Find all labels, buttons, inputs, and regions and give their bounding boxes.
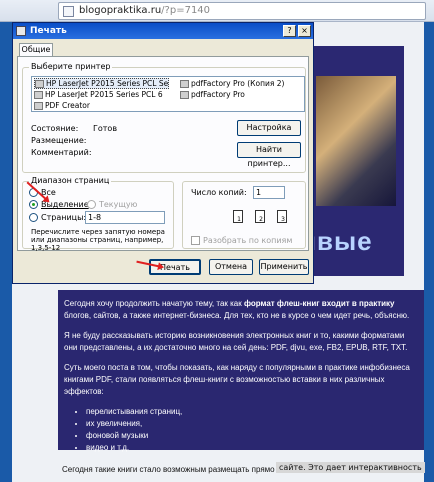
printer-icon: [34, 101, 43, 110]
printer-icon: [180, 90, 189, 99]
settings-button[interactable]: Настройка: [237, 120, 301, 136]
printer-icon: [35, 79, 44, 88]
tab-panel: Выберите принтер HP LaserJet P2015 Serie…: [17, 56, 309, 252]
printer-item[interactable]: HP LaserJet P2015 Series PCL Se: [34, 78, 170, 89]
printer-item[interactable]: PDF Creator: [34, 101, 90, 110]
pages-hint: Перечислите через запятую номера или диа…: [31, 228, 165, 252]
watermark-text: сайте. Это дает интерактивность: [276, 462, 425, 473]
browser-toolbar: blogopraktika.ru/?p=7140: [0, 0, 434, 22]
page-range-group: Диапазон страниц Все Выделение Текущую с…: [22, 176, 174, 252]
url-text: blogopraktika.ru/?p=7140: [79, 5, 211, 16]
copies-label: Число копий:: [191, 188, 247, 197]
printer-group-title: Выберите принтер: [29, 62, 113, 71]
close-button[interactable]: ×: [298, 25, 311, 37]
printer-icon: [34, 90, 43, 99]
list-item: перелистывания страниц,: [86, 406, 418, 418]
dialog-titlebar[interactable]: Печать ? ×: [13, 23, 313, 39]
list-item: фоновой музыки: [86, 430, 418, 442]
paragraph-3: Суть моего поста в том, чтобы показать, …: [64, 363, 410, 396]
help-button[interactable]: ?: [283, 25, 296, 37]
page-icon: [63, 6, 74, 17]
location-label: Размещение:: [31, 136, 87, 145]
effects-list: перелистывания страниц, их увеличения, ф…: [86, 406, 418, 454]
find-printer-button[interactable]: Найти принтер...: [237, 142, 301, 168]
paragraph-1: Сегодня хочу продолжить начатую тему, та…: [64, 299, 410, 320]
radio-pages[interactable]: [29, 213, 38, 222]
list-item: их увеличения,: [86, 418, 418, 430]
collate-checkbox[interactable]: [191, 236, 200, 245]
comment-label: Комментарий:: [31, 148, 92, 157]
pages-input[interactable]: 1-8: [85, 211, 165, 224]
article-body: Сегодня хочу продолжить начатую тему, та…: [58, 290, 424, 452]
nav-buttons[interactable]: [4, 3, 54, 19]
collate-page: 3: [277, 210, 287, 223]
apply-button[interactable]: Применить: [259, 259, 309, 275]
address-bar[interactable]: blogopraktika.ru/?p=7140: [58, 2, 426, 20]
copies-group: Число копий: 1 1 2 3 Разобрать по копиям: [182, 181, 306, 249]
printer-item[interactable]: pdfFactory Pro: [180, 90, 245, 99]
dialog-title: Печать: [30, 26, 67, 36]
copies-input[interactable]: 1: [253, 186, 285, 199]
cancel-button[interactable]: Отмена: [209, 259, 253, 275]
printer-item[interactable]: pdfFactory Pro (Копия 2): [180, 79, 284, 88]
printer-group: Выберите принтер HP LaserJet P2015 Serie…: [22, 62, 306, 173]
printer-icon: [180, 79, 189, 88]
banner-image: [316, 76, 396, 206]
printer-icon: [16, 26, 26, 36]
collate-label: Разобрать по копиям: [203, 236, 293, 245]
print-dialog: Печать ? × Общие Выберите принтер HP Las…: [12, 22, 314, 284]
left-stripe: [0, 22, 12, 482]
following-text: Сегодня такие книги стало возможным разм…: [62, 465, 286, 474]
tab-general[interactable]: Общие: [19, 43, 53, 57]
printer-list[interactable]: HP LaserJet P2015 Series PCL Se pdfFacto…: [31, 76, 305, 112]
collate-page: 2: [255, 210, 265, 223]
list-item: видео и т.д.: [86, 442, 418, 454]
printer-item[interactable]: HP LaserJet P2015 Series PCL 6: [34, 90, 163, 99]
right-stripe: [424, 22, 434, 482]
status-label: Состояние:: [31, 124, 79, 133]
paragraph-2: Я не буду рассказывать историю возникнов…: [64, 331, 408, 352]
radio-selection[interactable]: [29, 200, 38, 209]
page-range-title: Диапазон страниц: [29, 176, 112, 185]
radio-pages-label: Страницы:: [41, 213, 87, 222]
radio-current-page[interactable]: [87, 200, 96, 209]
status-value: Готов: [93, 124, 118, 133]
collate-page: 1: [233, 210, 243, 223]
